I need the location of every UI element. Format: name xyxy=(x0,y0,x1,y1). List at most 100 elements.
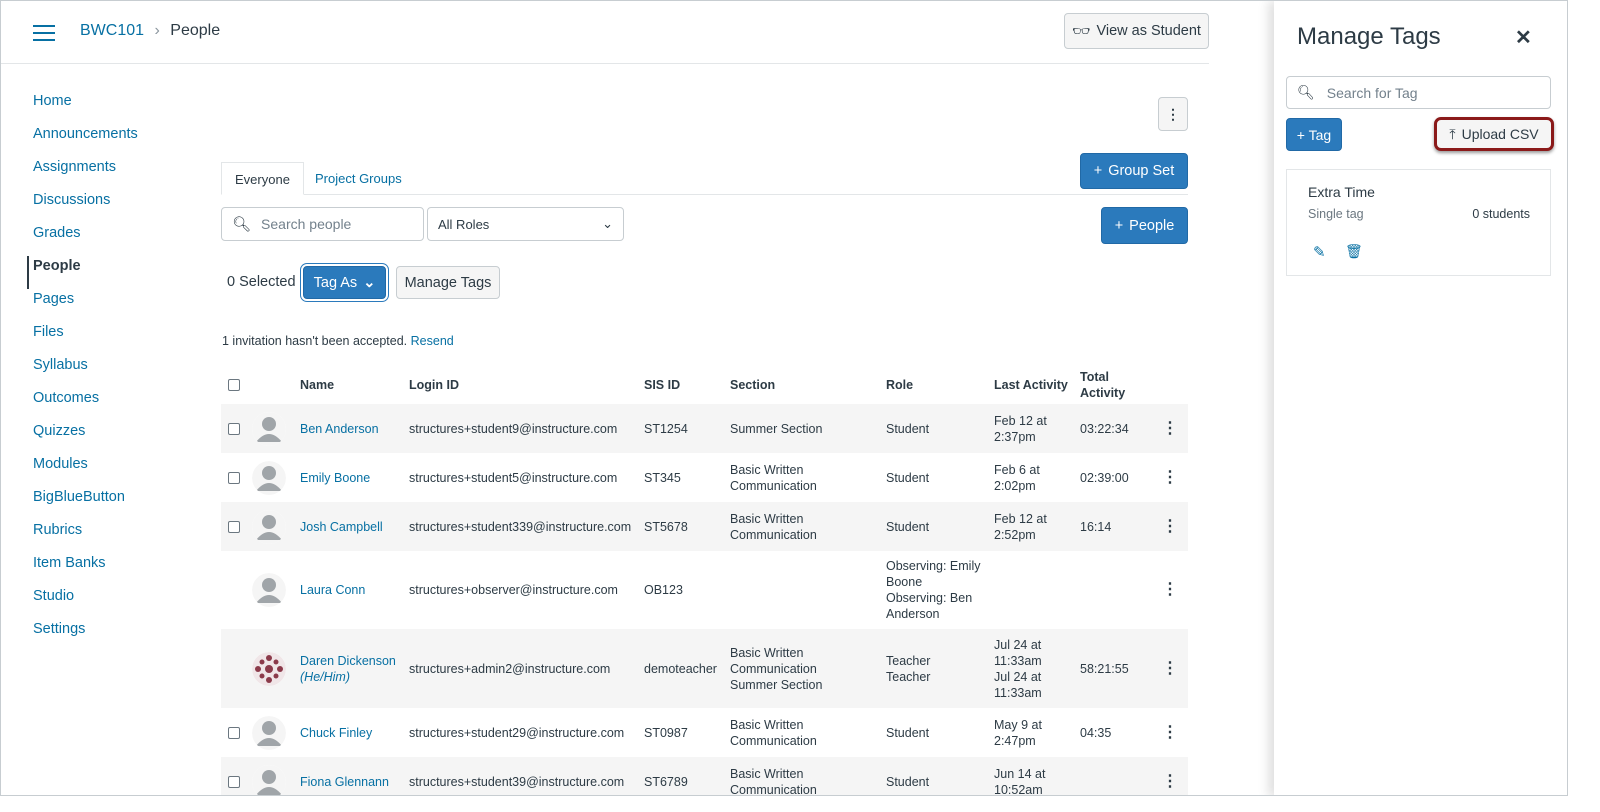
nav-item-syllabus[interactable]: Syllabus xyxy=(33,355,138,388)
role-line: Teacher xyxy=(886,669,931,684)
person-name-link[interactable]: Daren Dickenson xyxy=(300,654,396,668)
table-row: Ben Anderson structures+student9@instruct… xyxy=(221,404,1188,453)
view-as-student-label: View as Student xyxy=(1096,23,1201,39)
view-as-student-button[interactable]: 👓︎ View as Student xyxy=(1064,13,1209,49)
nav-item-people[interactable]: People xyxy=(27,256,138,289)
nav-item-files[interactable]: Files xyxy=(33,322,138,355)
nav-item-announcements[interactable]: Announcements xyxy=(33,124,138,157)
person-name-link[interactable]: Chuck Finley xyxy=(300,726,372,740)
person-name-link[interactable]: Fiona Glennann xyxy=(300,775,389,789)
person-name-link[interactable]: Emily Boone xyxy=(300,471,370,485)
invitation-text: 1 invitation hasn't been accepted. xyxy=(222,334,408,348)
last-cell: Jul 24 at 11:33am Jul 24 at 11:33am xyxy=(994,637,1042,701)
row-options-kebab-icon[interactable]: ⋮ xyxy=(1162,582,1178,598)
more-options-button[interactable]: ⋮ xyxy=(1158,97,1188,131)
column-header[interactable]: Total Activity xyxy=(1080,369,1140,401)
role-line: Anderson xyxy=(886,607,940,621)
last-line: Jul 24 at xyxy=(994,637,1042,652)
name-cell: Laura Conn xyxy=(300,582,365,598)
person-name-link[interactable]: Josh Campbell xyxy=(300,520,383,534)
row-checkbox[interactable] xyxy=(228,422,240,435)
search-people-input[interactable]: 🔍︎ Search people xyxy=(221,207,424,241)
nav-item-settings[interactable]: Settings xyxy=(33,619,138,652)
roles-select[interactable]: All Roles ⌄ xyxy=(427,207,624,241)
row-options-kebab-icon[interactable]: ⋮ xyxy=(1162,420,1178,437)
edit-pencil-icon[interactable]: ✎ xyxy=(1313,243,1326,261)
person-name-link[interactable]: Ben Anderson xyxy=(300,422,379,436)
nav-item-grades[interactable]: Grades xyxy=(33,223,138,256)
role-line: Boone xyxy=(886,575,923,589)
row-options-kebab-icon[interactable]: ⋮ xyxy=(1162,724,1178,741)
close-icon[interactable]: ✕ xyxy=(1515,25,1532,50)
person-name-link[interactable]: Laura Conn xyxy=(300,583,365,597)
section-cell: Basic Written Communication xyxy=(730,717,817,749)
upload-csv-button[interactable]: ⤒ Upload CSV xyxy=(1434,117,1554,151)
section-line: Basic Written xyxy=(730,511,804,526)
resend-link[interactable]: Resend xyxy=(411,334,454,348)
nav-item-pages[interactable]: Pages xyxy=(33,289,138,322)
role-line: Student xyxy=(886,774,930,789)
table-row: Fiona Glennann structures+student39@instr… xyxy=(221,757,1188,795)
sis-id: ST1254 xyxy=(644,421,688,436)
section-line: Basic Written xyxy=(730,766,804,781)
add-tag-button[interactable]: + Tag xyxy=(1286,118,1342,151)
tag-as-button[interactable]: Tag As ⌄ xyxy=(303,266,386,299)
manage-tags-button[interactable]: Manage Tags xyxy=(396,266,500,299)
login-id: structures+student9@instructure.com xyxy=(409,421,618,436)
nav-item-studio[interactable]: Studio xyxy=(33,586,138,619)
group-set-label: Group Set xyxy=(1108,163,1175,179)
sis-id: ST5678 xyxy=(644,519,688,534)
last-cell: Feb 12 at 2:52pm xyxy=(994,511,1047,543)
nav-item-discussions[interactable]: Discussions xyxy=(33,190,138,223)
row-checkbox[interactable] xyxy=(228,520,240,533)
row-options-kebab-icon[interactable]: ⋮ xyxy=(1162,773,1178,790)
select-all-checkbox[interactable] xyxy=(228,379,240,391)
nav-item-assignments[interactable]: Assignments xyxy=(33,157,138,190)
name-cell: Chuck Finley xyxy=(300,725,372,741)
role-cell: Student xyxy=(886,725,929,741)
last-line: Jul 24 at xyxy=(994,669,1042,684)
nav-item-home[interactable]: Home xyxy=(33,91,138,124)
row-checkbox[interactable] xyxy=(228,726,240,739)
avatar xyxy=(252,715,286,750)
search-tag-input[interactable]: 🔍︎ Search for Tag xyxy=(1286,76,1551,109)
section-line: Communication xyxy=(730,478,817,493)
tab-project-groups[interactable]: Project Groups xyxy=(302,162,415,195)
tab-everyone[interactable]: Everyone xyxy=(221,162,304,195)
sis-id: OB123 xyxy=(644,583,683,597)
section-line: Communication xyxy=(730,661,817,676)
nav-item-modules[interactable]: Modules xyxy=(33,454,138,487)
sis-id: ST345 xyxy=(644,470,681,485)
login-id: structures+student339@instructure.com xyxy=(409,519,632,534)
nav-item-item-banks[interactable]: Item Banks xyxy=(33,553,138,586)
section-line: Summer Section xyxy=(730,677,823,692)
section-cell: Basic Written Communication Summer Section xyxy=(730,645,822,693)
nav-item-bigbluebutton[interactable]: BigBlueButton xyxy=(33,487,138,520)
add-people-button[interactable]: + People xyxy=(1101,207,1188,244)
trash-icon[interactable]: 🗑︎ xyxy=(1345,243,1363,260)
avatar xyxy=(252,651,286,686)
breadcrumb-course[interactable]: BWC101 xyxy=(80,22,144,39)
avatar xyxy=(252,411,286,446)
tag-count: 0 students xyxy=(1472,207,1530,221)
avatar xyxy=(252,764,286,795)
tag-as-label: Tag As xyxy=(313,274,358,291)
last-cell: Feb 12 at 2:37pm xyxy=(994,413,1047,445)
nav-item-rubrics[interactable]: Rubrics xyxy=(33,520,138,553)
add-group-set-button[interactable]: + Group Set xyxy=(1080,153,1188,189)
hamburger-menu-icon[interactable] xyxy=(33,25,55,41)
section-cell: Summer Section xyxy=(730,421,822,437)
column-header[interactable]: Login ID xyxy=(409,377,609,393)
plus-icon: + xyxy=(1114,217,1124,234)
login-id: structures+student29@instructure.com xyxy=(409,725,625,740)
nav-item-quizzes[interactable]: Quizzes xyxy=(33,421,138,454)
last-line: Feb 6 at xyxy=(994,462,1040,477)
row-options-kebab-icon[interactable]: ⋮ xyxy=(1162,518,1178,535)
row-options-kebab-icon[interactable]: ⋮ xyxy=(1162,660,1178,677)
add-tag-label: + Tag xyxy=(1296,126,1332,143)
nav-item-outcomes[interactable]: Outcomes xyxy=(33,388,138,421)
row-checkbox[interactable] xyxy=(228,775,240,788)
row-options-kebab-icon[interactable]: ⋮ xyxy=(1162,469,1178,486)
role-cell: Student xyxy=(886,774,929,790)
row-checkbox[interactable] xyxy=(228,471,240,484)
